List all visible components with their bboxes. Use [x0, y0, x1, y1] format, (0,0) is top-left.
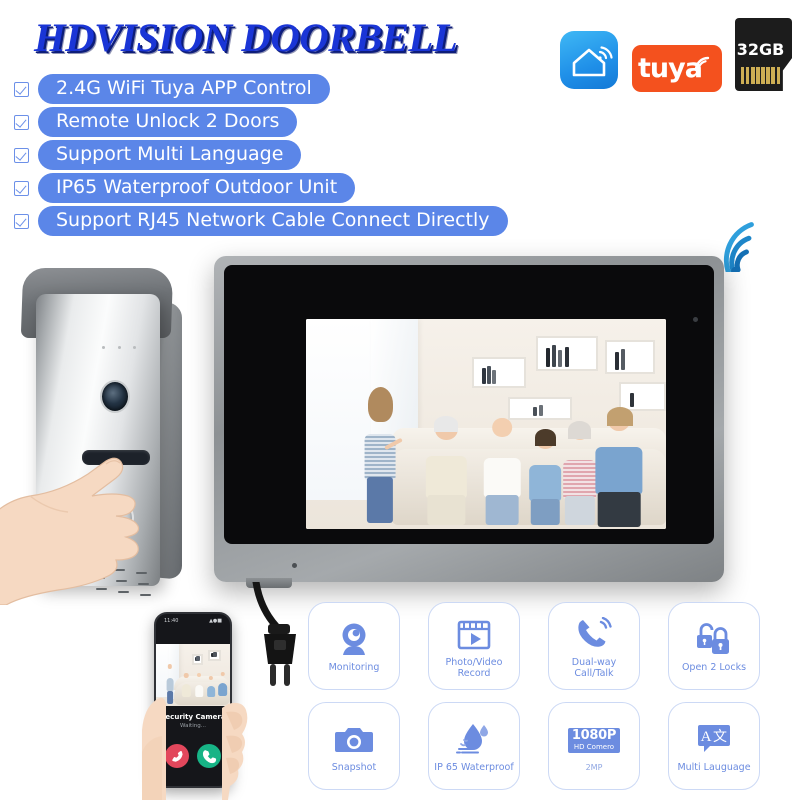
checkbox-checked-icon [14, 213, 29, 229]
list-item: Support Multi Language [14, 140, 508, 170]
page-title: HDVISION DOORBELL [34, 15, 458, 60]
list-item: Support RJ45 Network Cable Connect Direc… [14, 206, 508, 236]
svg-text:文: 文 [713, 729, 727, 745]
resolution-caption: HD Comero [573, 743, 615, 751]
checkbox-checked-icon [14, 114, 29, 130]
feature-bullet-label: 2.4G WiFi Tuya APP Control [38, 74, 330, 104]
feature-card-label: Snapshot [331, 762, 377, 773]
status-led-dots [102, 346, 136, 349]
feature-card-label: Dual-way Call/Talk [571, 656, 617, 679]
feature-card-label: Multi Lauguage [677, 762, 751, 773]
checkbox-checked-icon [14, 81, 29, 97]
monitoring-camera-icon [336, 619, 372, 659]
feature-bullet-list: 2.4G WiFi Tuya APP Control Remote Unlock… [14, 74, 508, 239]
translate-icon: A 文 [696, 719, 732, 759]
list-item: 2.4G WiFi Tuya APP Control [14, 74, 508, 104]
water-drop-icon [455, 719, 493, 759]
sd-capacity-label: 32GB [736, 40, 785, 59]
feature-card-grid: Monitoring Photo/Video Record Dual-way C… [308, 602, 788, 790]
feature-bullet-label: Remote Unlock 2 Doors [38, 107, 298, 137]
feature-card-snapshot[interactable]: Snapshot [308, 702, 400, 790]
feature-bullet-label: Support RJ45 Network Cable Connect Direc… [38, 206, 508, 236]
feature-card-label: Monitoring [328, 662, 380, 673]
feature-card-sublabel: 2MP [585, 762, 603, 772]
list-item: Remote Unlock 2 Doors [14, 107, 508, 137]
hand-pressing-icon [0, 430, 178, 606]
feature-card-photo-video-record[interactable]: Photo/Video Record [428, 602, 520, 690]
feature-bullet-label: Support Multi Language [38, 140, 302, 170]
hand-holding-phone-icon [142, 697, 248, 800]
wifi-signal-icon [720, 222, 776, 276]
microphone-icon [292, 563, 297, 568]
list-item: IP65 Waterproof Outdoor Unit [14, 173, 508, 203]
camera-snapshot-icon [335, 719, 373, 759]
resolution-badge-icon: 1080P HD Comero [567, 721, 621, 761]
feature-bullet-label: IP65 Waterproof Outdoor Unit [38, 173, 356, 203]
monitor-screen[interactable] [224, 265, 714, 544]
feature-card-label: Open 2 Locks [681, 662, 747, 673]
phone-in-hand: 11:40 ▲●■ Security Camera Waiting... [142, 612, 250, 800]
feature-card-monitoring[interactable]: Monitoring [308, 602, 400, 690]
indoor-monitor [214, 256, 724, 582]
feature-card-1080p-resolution[interactable]: 1080P HD Comero 2MP [548, 702, 640, 790]
scene-person-girl [356, 386, 404, 523]
checkbox-checked-icon [14, 147, 29, 163]
microsd-card-icon: 32GB [735, 18, 792, 91]
camera-lens-icon [100, 380, 130, 413]
feature-card-open-2-locks[interactable]: Open 2 Locks [668, 602, 760, 690]
scene-person-man2 [590, 407, 648, 528]
sd-pins [741, 67, 780, 84]
product-poster: HDVISION DOORBELL 2.4G WiFi Tuya APP Con… [0, 0, 800, 800]
feature-card-label: IP 65 Waterproof [434, 762, 514, 773]
smart-home-wifi-icon [560, 31, 618, 89]
checkbox-checked-icon [14, 180, 29, 196]
scene-person-man1 [421, 415, 471, 525]
svg-text:A: A [701, 729, 712, 745]
resolution-value: 1080P [571, 728, 617, 743]
video-record-icon [457, 614, 491, 654]
tuya-logo: tuya [632, 45, 722, 92]
feature-card-multi-language[interactable]: A 文 Multi Lauguage [668, 702, 760, 790]
phone-call-icon [576, 614, 612, 654]
family-living-room-scene [306, 319, 666, 529]
wifi-arc-icon [694, 56, 710, 72]
monitor-video-feed [306, 319, 666, 529]
feature-card-label: Photo/Video Record [445, 656, 503, 679]
feature-card-ip65-waterproof[interactable]: IP 65 Waterproof [428, 702, 520, 790]
scene-person-woman [479, 417, 526, 525]
feature-card-dual-way-call[interactable]: Dual-way Call/Talk [548, 602, 640, 690]
two-padlocks-icon [695, 619, 733, 659]
